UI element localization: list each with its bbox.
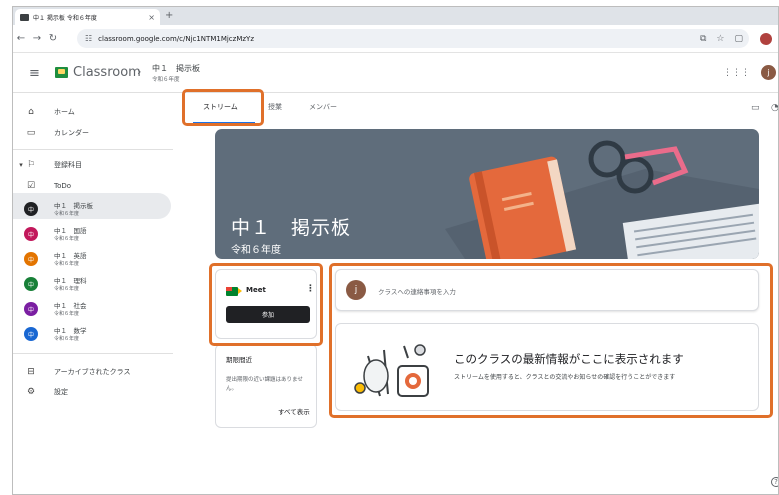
tab-classwork[interactable]: 授業: [268, 102, 282, 112]
help-icon[interactable]: ?: [771, 477, 778, 487]
sidebar-item-label: カレンダー: [54, 129, 89, 137]
browser-toolbar: ← → ↻ ☷ classroom.google.com/c/Njc1NTM1M…: [13, 25, 778, 53]
class-banner: 中１ 掲示板 令和６年度: [215, 129, 759, 259]
highlight-meet-card: [209, 263, 323, 346]
browser-profile-icon[interactable]: [760, 33, 772, 45]
course-name: 中１ 掲示板: [54, 202, 93, 210]
main-menu-icon[interactable]: ≡: [29, 66, 40, 81]
course-name: 中１ 英語: [54, 252, 87, 260]
course-year: 令和６年度: [54, 211, 80, 217]
sidebar-divider: [13, 149, 173, 150]
upcoming-empty-text: 提出期限の近い課題はありません。: [226, 377, 303, 392]
sidebar-item-settings[interactable]: ⚙ 設定: [13, 385, 171, 399]
classroom-favicon-icon: [20, 13, 29, 21]
home-icon: ⌂: [28, 107, 34, 117]
gear-icon: ⚙: [26, 387, 36, 397]
url-text: classroom.google.com/c/Njc1NTM1MjczMzYz: [98, 34, 254, 43]
sidebar-item-calendar[interactable]: ▭ カレンダー: [13, 126, 171, 140]
sidebar-course-item[interactable]: 中 中１ 掲示板 令和６年度: [13, 199, 171, 219]
course-year: 令和６年度: [54, 286, 80, 292]
sidebar-course-item[interactable]: 中 中１ 理科 令和６年度: [13, 274, 171, 294]
sidebar-item-home[interactable]: ⌂ ホーム: [13, 105, 171, 119]
course-name: 中１ 数学: [54, 327, 87, 335]
back-icon[interactable]: ←: [13, 33, 29, 44]
new-tab-button[interactable]: +: [165, 10, 173, 21]
course-name: 中１ 理科: [54, 277, 87, 285]
browser-tab[interactable]: 中１ 掲示板 令和６年度 ×: [15, 9, 160, 25]
user-avatar[interactable]: j: [761, 65, 776, 80]
course-year: 令和６年度: [54, 336, 80, 342]
browser-window: 中１ 掲示板 令和６年度 × + ← → ↻ ☷ classroom.googl…: [12, 6, 779, 495]
todo-icon: ☑: [26, 181, 36, 191]
sidebar-course-item[interactable]: 中 中１ 社会 令和６年度: [13, 299, 171, 319]
brand-name[interactable]: Classroom: [73, 65, 141, 80]
sidebar-item-label: ToDo: [54, 182, 72, 190]
classroom-logo-icon[interactable]: [55, 67, 68, 78]
highlight-stream-tab: [182, 89, 264, 126]
sidebar-item-label: アーカイブされたクラス: [54, 368, 131, 376]
tab-people[interactable]: メンバー: [309, 102, 337, 112]
sidebar-divider: [13, 353, 173, 354]
sidebar-course-item[interactable]: 中 中１ 数学 令和６年度: [13, 324, 171, 344]
course-badge: 中: [24, 327, 38, 341]
enrolled-classes-icon: ⚐: [26, 160, 36, 170]
breadcrumb-course-title[interactable]: 中１ 掲示板: [152, 63, 200, 74]
course-badge: 中: [24, 302, 38, 316]
cast-icon[interactable]: ⧉: [700, 34, 706, 44]
sidebar-item-label: 登録科目: [54, 161, 82, 169]
sidebar-item-label: 設定: [54, 388, 68, 396]
upcoming-card: 期限間近 提出期限の近い課題はありません。 すべて表示: [215, 344, 317, 428]
highlight-stream-area: [329, 263, 773, 418]
sidebar-course-item[interactable]: 中 中１ 国語 令和６年度: [13, 224, 171, 244]
course-name: 中１ 社会: [54, 302, 87, 310]
chevron-right-icon: ›: [137, 65, 142, 78]
google-apps-icon[interactable]: ⋮⋮⋮: [723, 68, 750, 78]
course-badge: 中: [24, 277, 38, 291]
banner-subtitle: 令和６年度: [231, 245, 281, 256]
sidebar-item-todo[interactable]: ☑ ToDo: [13, 179, 171, 193]
tab-close-icon[interactable]: ×: [148, 13, 155, 22]
banner-title: 中１ 掲示板: [231, 217, 352, 239]
sidebar-item-enrolled[interactable]: ▾ ⚐ 登録科目: [13, 158, 171, 172]
archive-icon: ⊟: [27, 367, 35, 377]
course-name: 中１ 国語: [54, 227, 87, 235]
forward-icon[interactable]: →: [29, 33, 45, 44]
sidebar-item-label: ホーム: [54, 108, 75, 116]
upcoming-title: 期限間近: [226, 356, 252, 364]
calendar-icon: ▭: [26, 128, 36, 138]
course-badge: 中: [24, 202, 38, 216]
site-settings-icon[interactable]: ☷: [85, 34, 92, 43]
sidebar: ⌂ ホーム ▭ カレンダー ▾ ⚐ 登録科目 ☑ ToDo 中 中１ 掲示板 令…: [13, 93, 173, 494]
address-bar[interactable]: ☷ classroom.google.com/c/Njc1NTM1MjczMzY…: [77, 29, 749, 48]
breadcrumb-course-subtitle: 令和６年度: [152, 77, 180, 83]
video-icon[interactable]: ▭: [751, 103, 760, 113]
tab-strip: 中１ 掲示板 令和６年度 × +: [13, 7, 778, 25]
sidebar-course-item[interactable]: 中 中１ 英語 令和６年度: [13, 249, 171, 269]
view-all-link[interactable]: すべて表示: [278, 406, 310, 416]
sidebar-item-archived[interactable]: ⊟ アーカイブされたクラス: [13, 365, 171, 379]
extensions-icon[interactable]: ▢: [734, 34, 743, 44]
drive-folder-icon[interactable]: ◔: [771, 103, 778, 113]
course-badge: 中: [24, 227, 38, 241]
browser-tab-title: 中１ 掲示板 令和６年度: [33, 14, 97, 22]
course-year: 令和６年度: [54, 236, 80, 242]
classroom-header: ≡ Classroom › 中１ 掲示板 令和６年度 ⋮⋮⋮ j: [13, 54, 778, 92]
bookmark-star-icon[interactable]: ☆: [716, 34, 724, 44]
reload-icon[interactable]: ↻: [45, 33, 61, 44]
course-badge: 中: [24, 252, 38, 266]
course-year: 令和６年度: [54, 261, 80, 267]
course-year: 令和６年度: [54, 311, 80, 317]
